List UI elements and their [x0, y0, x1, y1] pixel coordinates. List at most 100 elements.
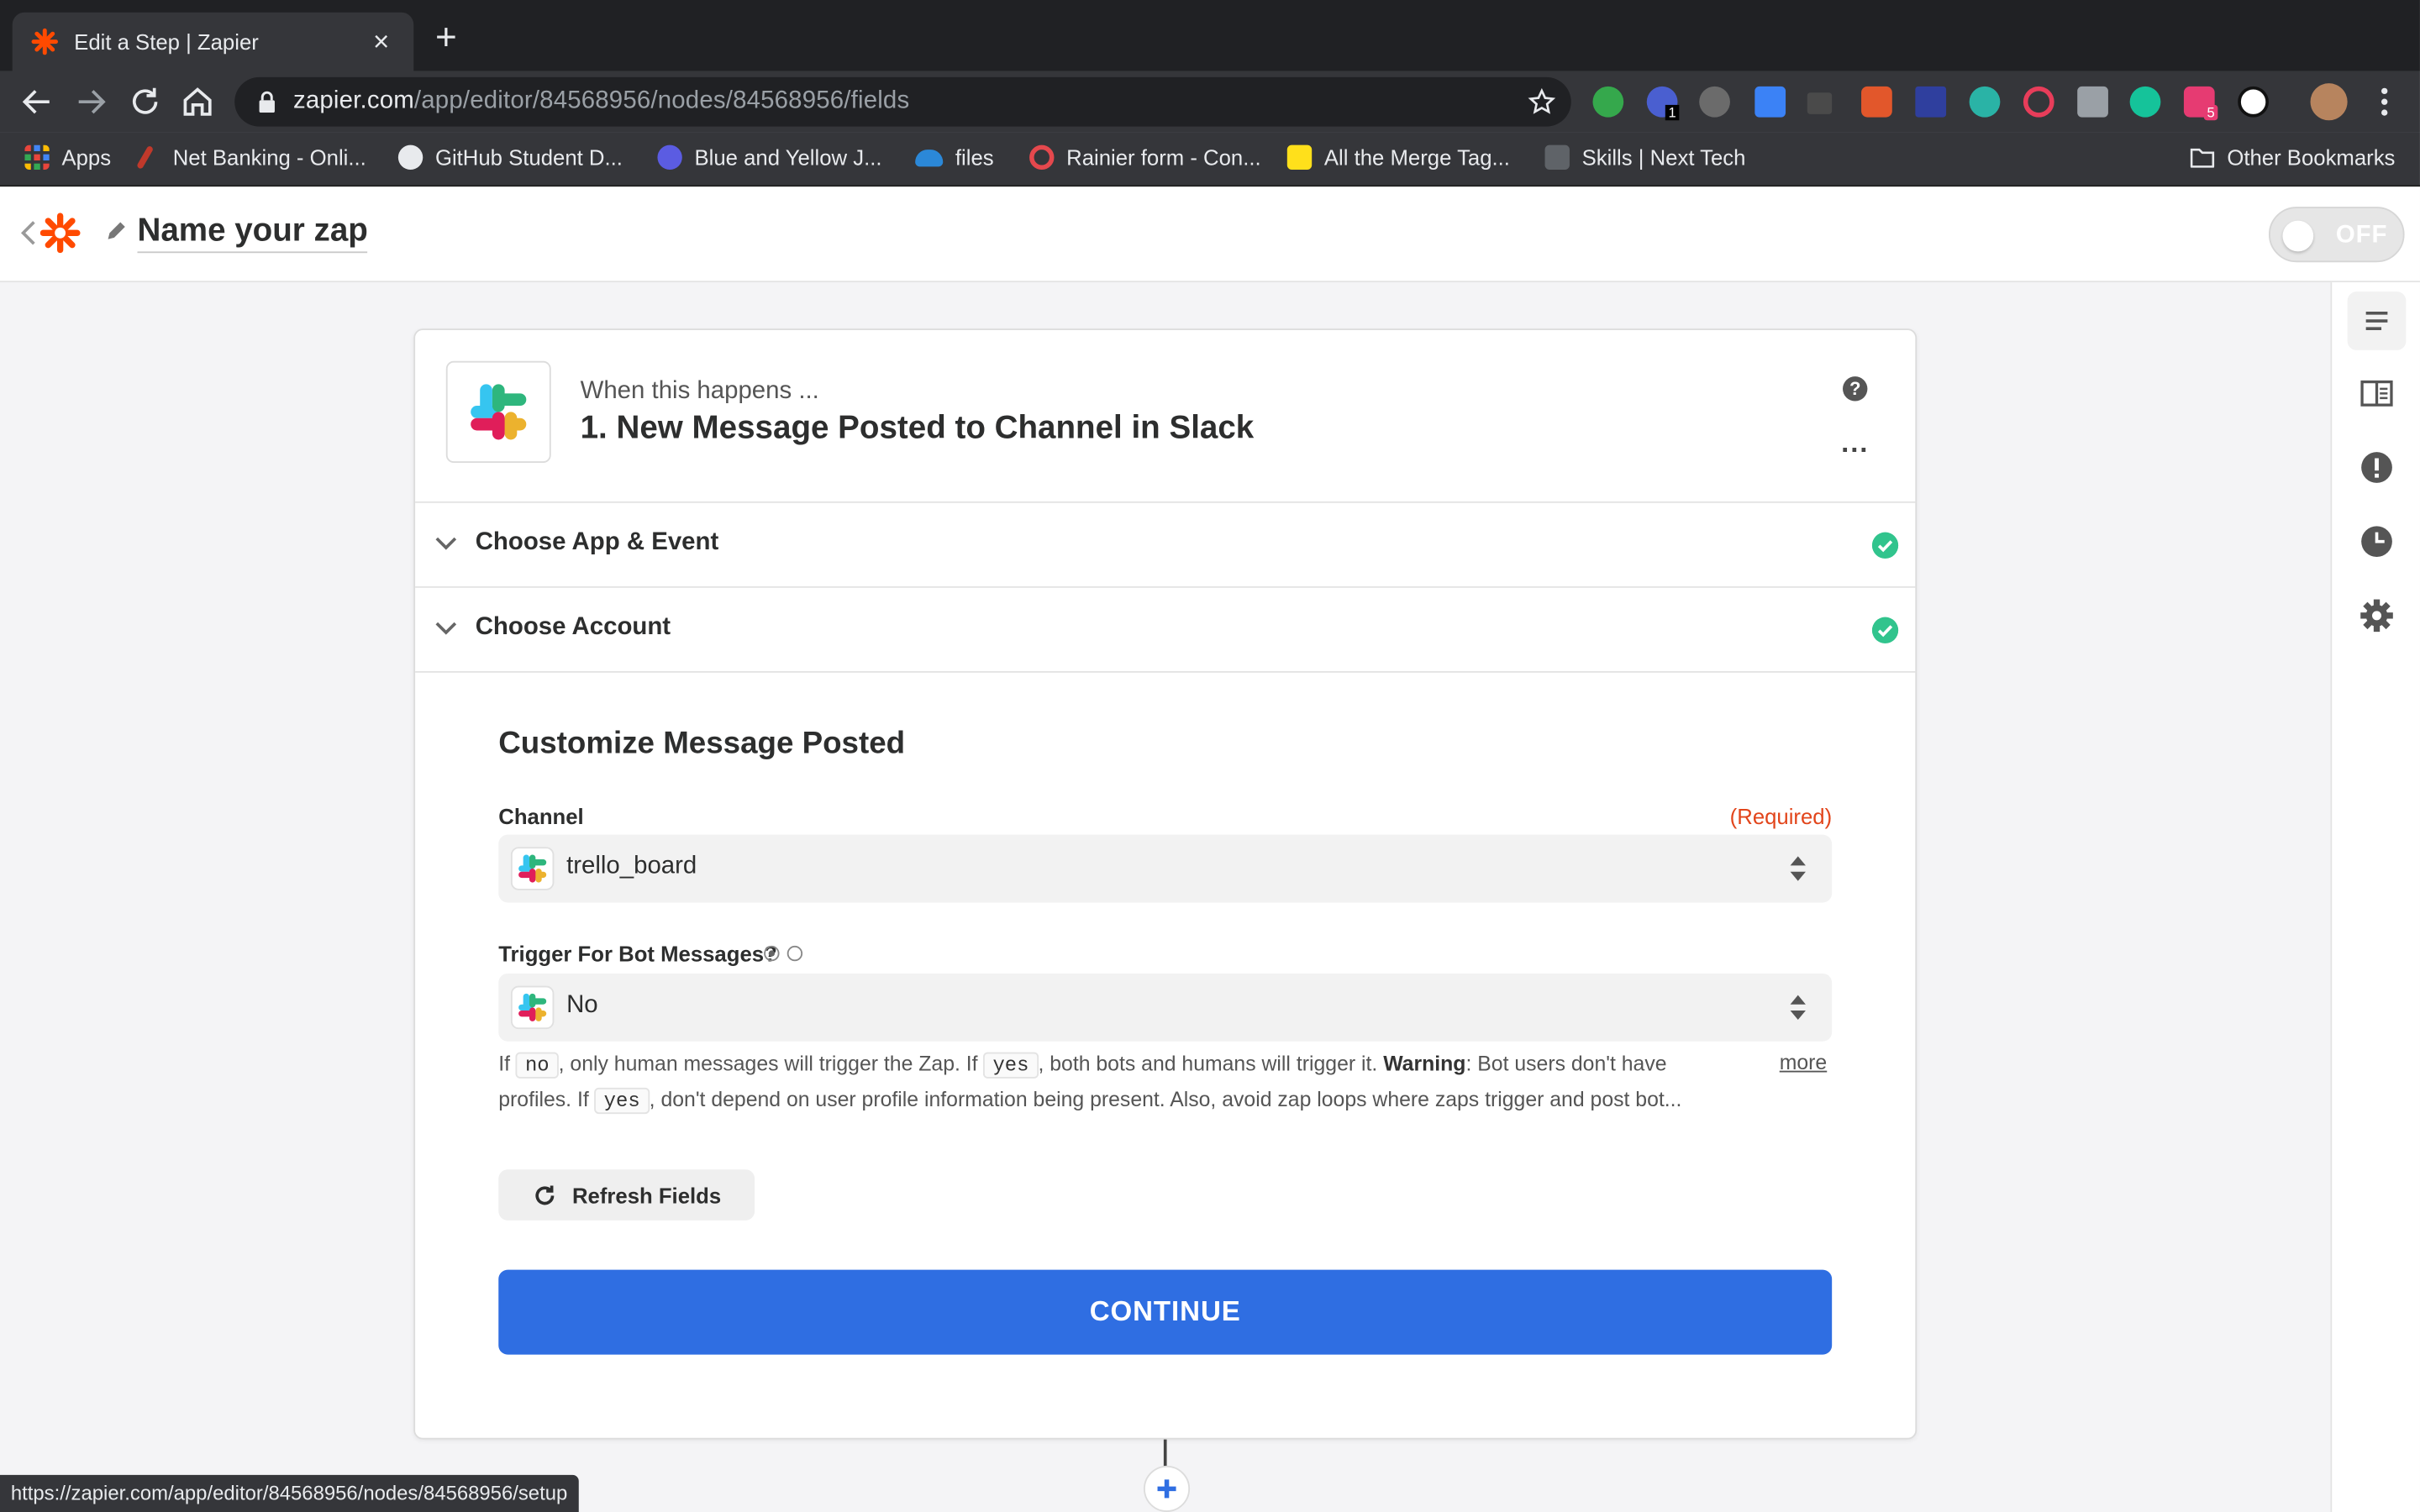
- reload-icon[interactable]: [127, 83, 164, 120]
- browser-tab[interactable]: Edit a Step | Zapier ×: [12, 12, 414, 71]
- add-step-button[interactable]: [1143, 1465, 1191, 1512]
- section-label: Choose App & Event: [475, 528, 719, 556]
- browser-status-bar: https://zapier.com/app/editor/84568956/n…: [0, 1474, 579, 1512]
- tab-title: Edit a Step | Zapier: [74, 29, 259, 55]
- bot-messages-label: Trigger For Bot Messages?: [498, 941, 777, 966]
- history-button[interactable]: [2348, 512, 2407, 571]
- settings-button[interactable]: [2348, 586, 2407, 645]
- more-link[interactable]: more: [1780, 1051, 1828, 1074]
- section-choose-account[interactable]: Choose Account: [415, 588, 1916, 673]
- guide-button[interactable]: [2348, 364, 2407, 423]
- lightning-extension-icon[interactable]: [1699, 86, 1730, 118]
- outline-button[interactable]: [2347, 291, 2407, 350]
- slack-logo-icon: [510, 847, 555, 890]
- extension-badge: 1: [1665, 104, 1680, 121]
- folder-icon: [2190, 148, 2215, 168]
- refresh-fields-button[interactable]: Refresh Fields: [498, 1169, 755, 1221]
- chevron-left-icon[interactable]: [18, 218, 40, 249]
- profile-avatar[interactable]: [2310, 83, 2348, 121]
- apps-grid-icon: [24, 144, 50, 171]
- toggle-knob: [2282, 220, 2314, 252]
- slack-app-icon: [445, 360, 551, 464]
- select-arrows-icon: [1790, 995, 1806, 1021]
- code-yes-2: yes: [594, 1087, 650, 1115]
- browser-toolbar: zapier.com/app/editor/84568956/nodes/845…: [0, 71, 2420, 133]
- channel-label: Channel: [498, 803, 584, 829]
- n-extension-icon[interactable]: [1915, 86, 1947, 118]
- bookmark-next-tech[interactable]: Skills | Next Tech: [1544, 144, 1745, 171]
- pencil-icon[interactable]: [105, 221, 127, 243]
- section-choose-app-event[interactable]: Choose App & Event: [415, 503, 1916, 588]
- bookmark-net-banking[interactable]: Net Banking - Onli...: [136, 145, 366, 170]
- bookmark-merge-tags[interactable]: All the Merge Tag...: [1286, 144, 1510, 171]
- exclamation-icon: [2361, 452, 2392, 483]
- bookmark-rainier-form[interactable]: Rainier form - Con...: [1029, 144, 1261, 171]
- zapier-favicon-icon: [31, 28, 58, 55]
- required-badge: (Required): [1729, 803, 1833, 829]
- more-options-icon[interactable]: ...: [1841, 428, 1869, 460]
- customize-section-title: Customize Message Posted: [498, 727, 906, 761]
- triangle-extension-icon[interactable]: [1807, 92, 1833, 114]
- lock-icon: [259, 91, 275, 113]
- forward-arrow-icon[interactable]: [72, 83, 109, 120]
- slack-logo-icon: [510, 985, 555, 1030]
- browser-tabstrip: Edit a Step | Zapier × +: [0, 0, 2420, 71]
- bookmark-star-icon[interactable]: [1528, 87, 1556, 116]
- bookmark-files[interactable]: files: [915, 145, 994, 170]
- url-text: zapier.com/app/editor/84568956/nodes/845…: [292, 87, 910, 114]
- back-arrow-icon[interactable]: [18, 83, 55, 120]
- extension-badge-m: 5: [2203, 104, 2218, 121]
- step-header: When this happens ... 1. New Message Pos…: [415, 330, 1916, 503]
- zap-name-input[interactable]: Name your zap: [137, 213, 368, 254]
- close-tab-icon[interactable]: ×: [367, 25, 395, 58]
- lines-icon: [2365, 312, 2388, 331]
- check-circle-icon: [1871, 532, 1899, 559]
- plus-icon: [1157, 1479, 1176, 1499]
- chevron-down-icon: [435, 537, 457, 550]
- new-tab-button[interactable]: +: [435, 18, 457, 59]
- canva-icon: [657, 144, 682, 171]
- bot-messages-value: No: [566, 991, 598, 1019]
- grammarly-extension-icon[interactable]: [2129, 86, 2161, 118]
- step-title: 1. New Message Posted to Channel in Slac…: [580, 410, 1255, 446]
- channel-select[interactable]: trello_board: [498, 834, 1833, 903]
- zapier-logo-icon[interactable]: [39, 213, 81, 254]
- pen-extension-icon[interactable]: [2077, 86, 2108, 118]
- alerts-button[interactable]: [2348, 438, 2407, 497]
- address-bar[interactable]: zapier.com/app/editor/84568956/nodes/845…: [234, 76, 1571, 127]
- w-extension-icon[interactable]: [2238, 86, 2269, 118]
- rainier-icon: [1029, 144, 1055, 171]
- check-circle-icon: [1871, 617, 1899, 643]
- teal-extension-icon[interactable]: [1969, 86, 2001, 118]
- bot-messages-select[interactable]: No: [498, 973, 1833, 1042]
- bookmarks-bar: Apps Net Banking - Onli... GitHub Studen…: [0, 132, 2420, 187]
- spiral-extension-icon[interactable]: [2023, 86, 2054, 118]
- github-icon: [397, 144, 424, 171]
- home-icon[interactable]: [179, 83, 216, 120]
- slack-logo-icon: [471, 384, 527, 440]
- radio-selected-icon[interactable]: [764, 945, 780, 962]
- clock-icon: [2361, 526, 2392, 558]
- code-no: no: [515, 1052, 559, 1079]
- help-icon[interactable]: ?: [1843, 376, 1868, 402]
- refresh-icon: [534, 1184, 554, 1205]
- mailchimp-icon: [1286, 144, 1313, 171]
- lighthouse-extension-icon[interactable]: [1861, 86, 1892, 118]
- evernote-extension-icon[interactable]: [1592, 86, 1624, 118]
- continue-button[interactable]: CONTINUE: [498, 1269, 1833, 1355]
- bookmark-blue-yellow[interactable]: Blue and Yellow J...: [657, 144, 882, 171]
- bookmark-github[interactable]: GitHub Student D...: [397, 144, 623, 171]
- warning-label: Warning: [1383, 1052, 1466, 1076]
- other-bookmarks[interactable]: Other Bookmarks: [2190, 145, 2395, 170]
- step-card: When this happens ... 1. New Message Pos…: [413, 328, 1918, 1440]
- right-sidebar: [2330, 282, 2420, 1512]
- book-icon: [2360, 380, 2393, 407]
- code-yes: yes: [983, 1052, 1039, 1079]
- bot-messages-help-text: If no, only human messages will trigger …: [498, 1052, 1682, 1115]
- bookmark-apps[interactable]: Apps: [24, 144, 111, 171]
- next-tech-icon: [1544, 144, 1570, 171]
- browser-menu-icon[interactable]: [2366, 83, 2403, 120]
- diamond-extension-icon[interactable]: [1754, 86, 1786, 118]
- zap-on-off-toggle[interactable]: OFF: [2268, 207, 2405, 263]
- radio-unselected-icon[interactable]: [786, 945, 803, 962]
